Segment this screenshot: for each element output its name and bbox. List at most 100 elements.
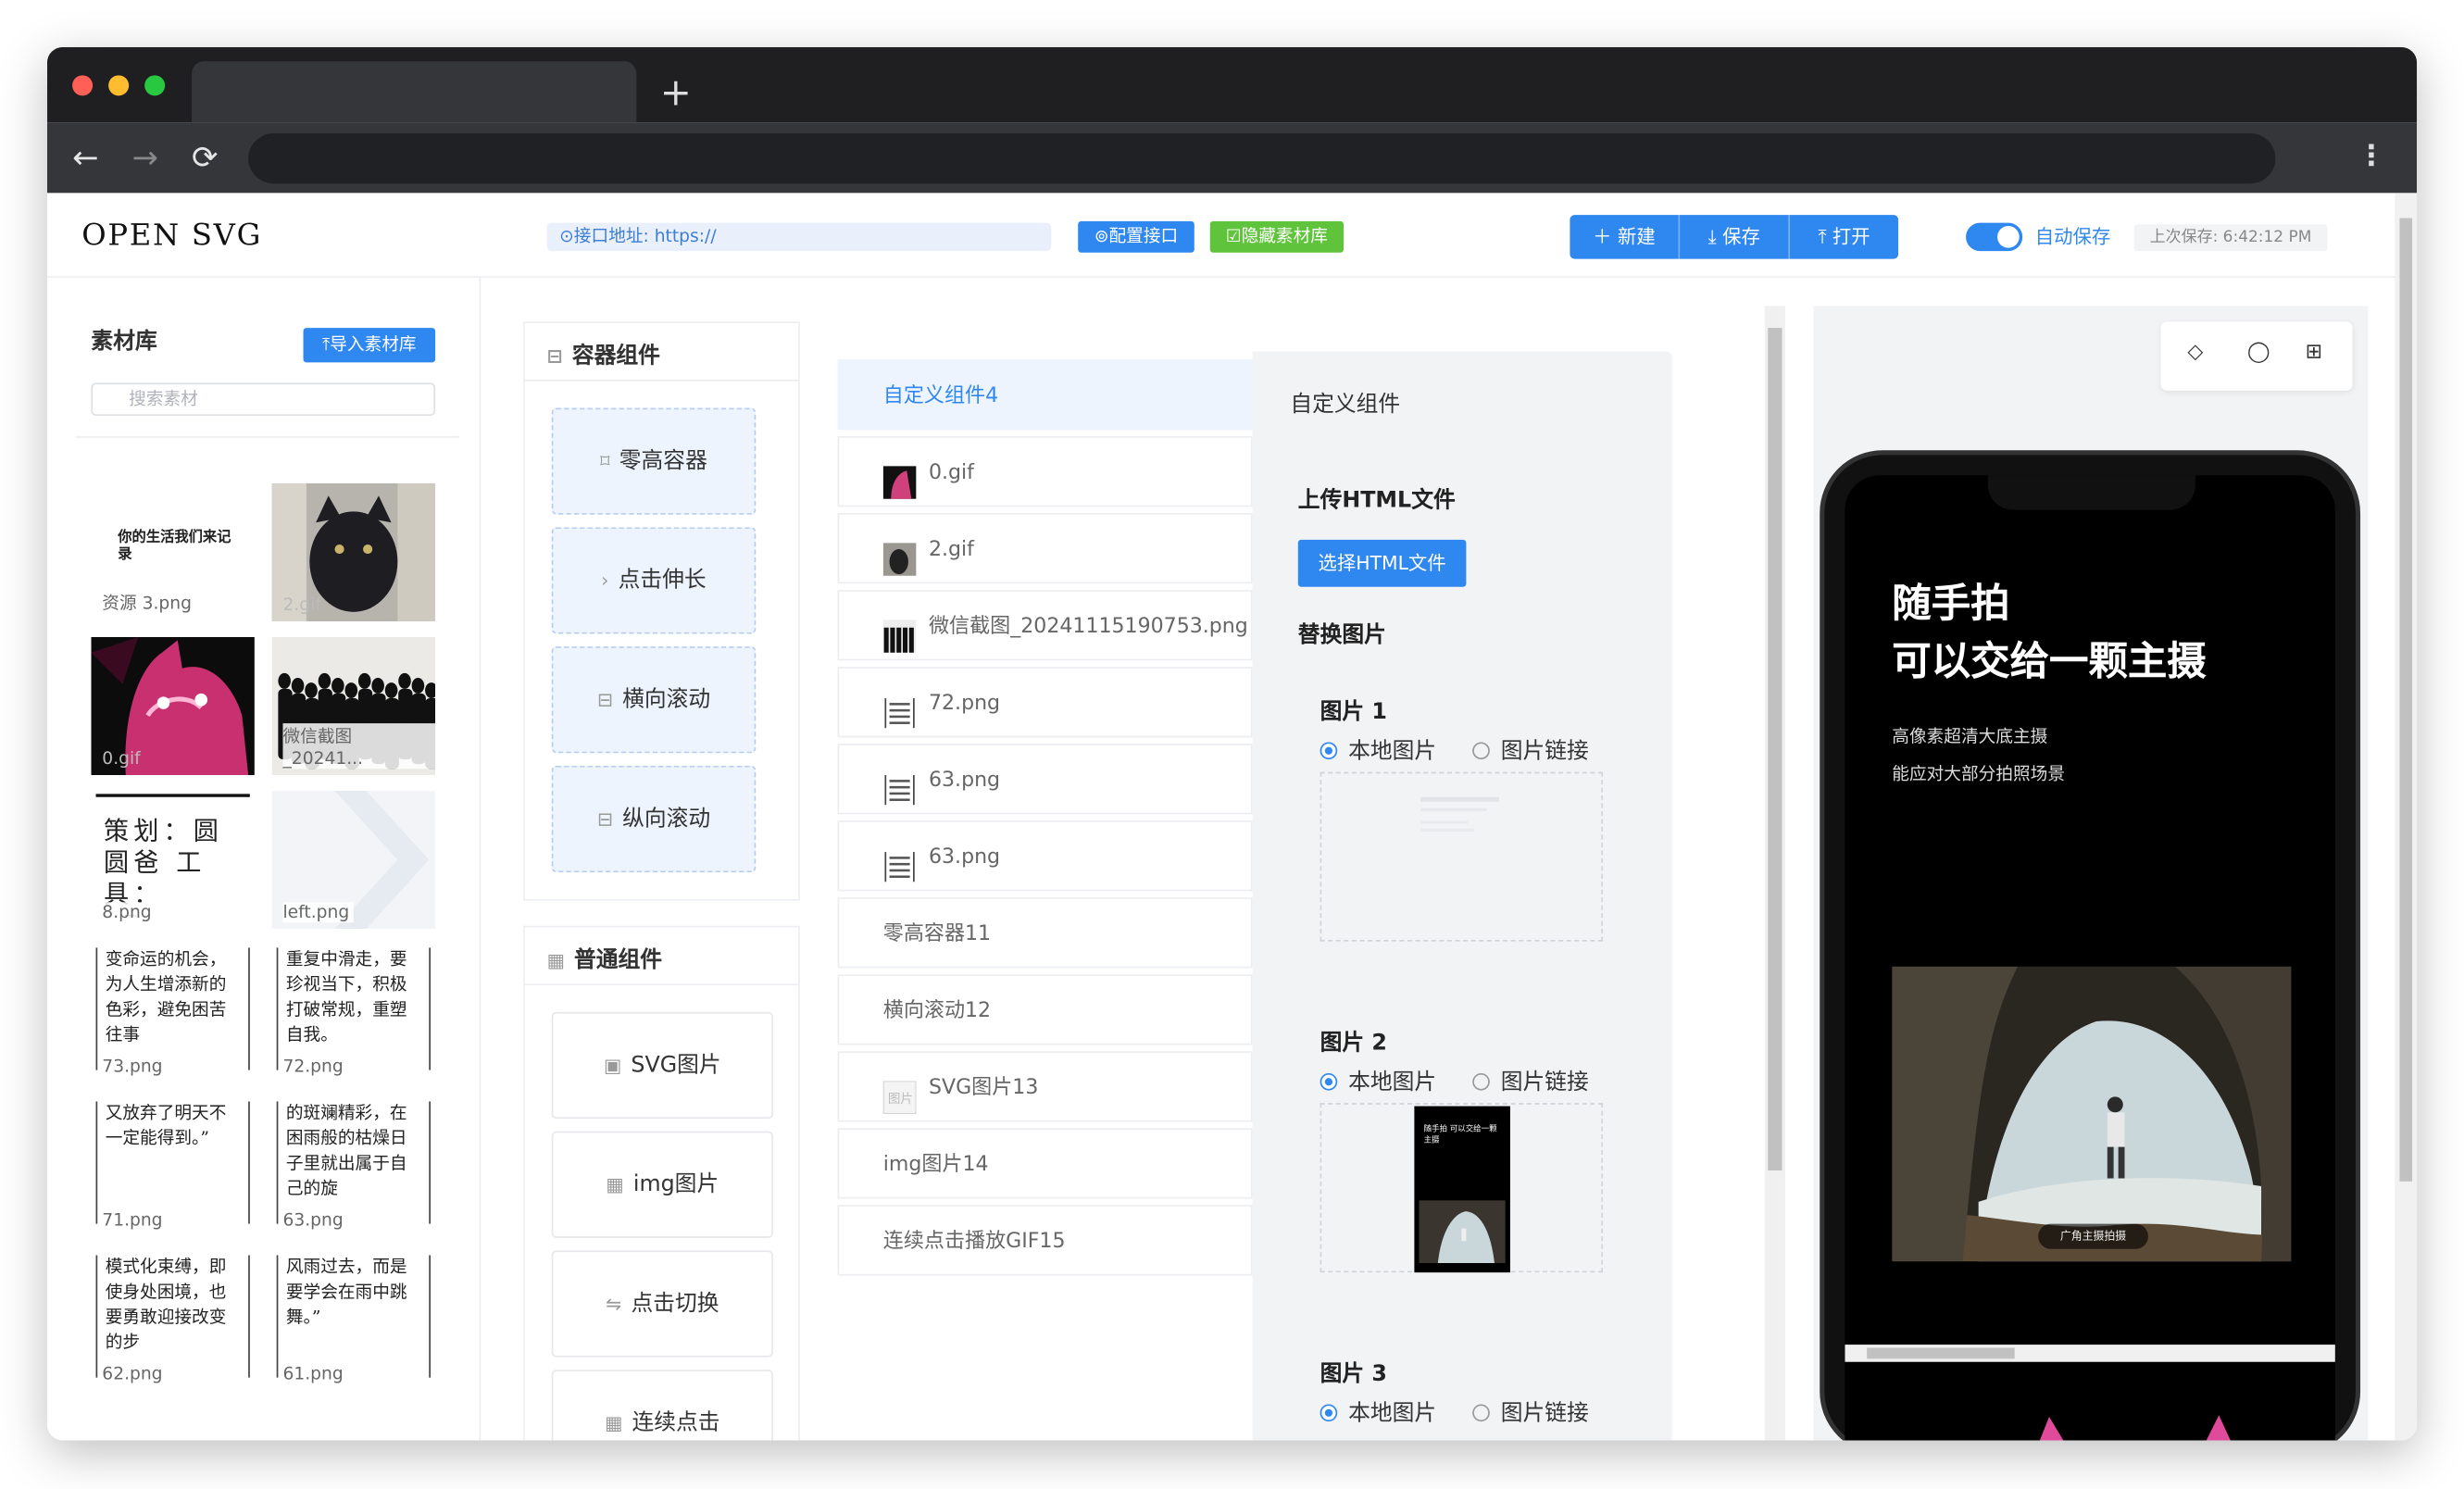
container-components-panel: ⊟ 容器组件 ⌑ 零高容器 › 点击伸长 ⊟ 横向滚动 ⊟ 纵向滚动: [523, 321, 800, 901]
container-component-button[interactable]: › 点击伸长: [551, 527, 757, 634]
thumbnail-text: 模式化束缚，即使身处困境，也要勇敢迎接改变的步: [95, 1255, 250, 1378]
layer-thumbnail: [882, 766, 917, 807]
address-bar[interactable]: [248, 133, 2276, 184]
layer-item[interactable]: 图片 SVG图片13: [837, 1051, 1253, 1122]
radio-icon: [1320, 1072, 1338, 1091]
container-component-button[interactable]: ⌑ 零高容器: [551, 407, 757, 515]
image-label: 图片 2: [1320, 1031, 1387, 1057]
library-item[interactable]: 风雨过去，而是要学会在雨中跳舞。” 61.png: [271, 1252, 436, 1391]
normal-component-button[interactable]: ▦ img图片: [551, 1131, 773, 1238]
reload-icon[interactable]: ⟳: [192, 133, 218, 181]
save-button[interactable]: ⤓ 保存: [1680, 215, 1790, 259]
component-icon: ⊟: [596, 688, 613, 711]
library-item[interactable]: 微信截图_20241...: [271, 636, 436, 776]
image-link-radio[interactable]: 图片链接: [1472, 1069, 1589, 1096]
normal-component-button[interactable]: ⇋ 点击切换: [551, 1250, 773, 1358]
new-button[interactable]: ＋ 新建: [1570, 215, 1681, 259]
browser-tab[interactable]: [192, 61, 637, 123]
maximize-window-button[interactable]: [144, 75, 166, 96]
layer-item[interactable]: 63.png: [837, 744, 1253, 815]
scrollbar-thumb[interactable]: [1768, 328, 1782, 1171]
image-drop-zone[interactable]: [1320, 771, 1604, 942]
library-item[interactable]: 模式化束缚，即使身处困境，也要勇敢迎接改变的步 62.png: [91, 1252, 255, 1391]
image-link-radio[interactable]: 图片链接: [1472, 737, 1589, 765]
image-link-radio[interactable]: 图片链接: [1472, 1399, 1589, 1427]
thumbnail-text: 重复中滑走，要珍视当下，积极打破常规，重塑自我。: [276, 947, 432, 1070]
component-icon: ›: [601, 569, 609, 592]
diamond-icon[interactable]: ◇: [2187, 341, 2203, 364]
layer-item[interactable]: 63.png: [837, 820, 1253, 892]
import-library-button[interactable]: ⤒导入素材库: [303, 328, 436, 363]
upload-html-title: 上传HTML文件: [1297, 487, 1456, 514]
library-item[interactable]: 变命运的机会，为人生增添新的色彩，避免困苦往事 73.png: [91, 945, 255, 1083]
page-scrollbar[interactable]: [2395, 193, 2418, 1441]
thumbnail-text: 的斑斓精彩，在困雨般的枯燥日子里就出属于自己的旋: [276, 1101, 432, 1224]
layer-item[interactable]: 零高容器11: [837, 897, 1253, 969]
cave-photo: 广角主摄拍摄: [1892, 966, 2292, 1262]
scrollbar-thumb[interactable]: [2399, 218, 2413, 1182]
open-button[interactable]: ⤒ 打开: [1790, 215, 1898, 258]
library-item[interactable]: 又放弃了明天不一定能得到。” 71.png: [91, 1098, 255, 1237]
editor-scrollbar[interactable]: [1764, 306, 1785, 1441]
library-item[interactable]: 2.gif: [271, 482, 436, 621]
library-item[interactable]: 的斑斓精彩，在困雨般的枯燥日子里就出属于自己的旋 63.png: [271, 1098, 436, 1237]
layer-label: 自定义组件4: [882, 384, 999, 408]
layer-label: 63.png: [928, 845, 1001, 870]
layer-item[interactable]: 自定义组件4: [837, 359, 1253, 431]
select-html-button[interactable]: 选择HTML文件: [1297, 539, 1467, 587]
photo-badge: 广角主摄拍摄: [2038, 1223, 2148, 1249]
back-icon[interactable]: ←: [72, 133, 98, 181]
preview-headline: 随手拍 可以交给一颗主摄: [1892, 580, 2207, 684]
library-item[interactable]: left.png: [271, 790, 436, 930]
library-item[interactable]: 重复中滑走，要珍视当下，积极打破常规，重塑自我。 72.png: [271, 945, 436, 1083]
config-api-button[interactable]: ⊚配置接口: [1078, 220, 1194, 253]
layer-item[interactable]: 连续点击播放GIF15: [837, 1205, 1253, 1276]
radio-label: 图片链接: [1500, 1401, 1589, 1427]
component-label: SVG图片: [631, 1052, 721, 1079]
library-item[interactable]: 你的生活我们来记录 资源 3.png: [91, 482, 255, 621]
library-item-name: 72.png: [282, 1056, 348, 1077]
component-label: 横向滚动: [622, 687, 711, 713]
container-component-button[interactable]: ⊟ 纵向滚动: [551, 765, 757, 873]
new-tab-button[interactable]: +: [660, 69, 692, 117]
thumbnail-text: 风雨过去，而是要学会在雨中跳舞。”: [276, 1255, 432, 1378]
local-image-radio[interactable]: 本地图片: [1320, 737, 1436, 765]
layer-item[interactable]: 72.png: [837, 667, 1253, 738]
local-image-radio[interactable]: 本地图片: [1320, 1069, 1436, 1096]
local-image-radio[interactable]: 本地图片: [1320, 1399, 1436, 1427]
layer-item[interactable]: 2.gif: [837, 513, 1253, 584]
api-address-field[interactable]: ⊙接口地址: https://: [546, 222, 1052, 252]
library-item-name: left.png: [282, 902, 355, 923]
normal-component-button[interactable]: ▣ SVG图片: [551, 1011, 773, 1120]
browser-menu-icon[interactable]: ⋮: [2358, 135, 2386, 179]
layer-item[interactable]: 0.gif: [837, 436, 1253, 507]
preview-horizontal-scrollbar[interactable]: [1845, 1345, 2335, 1362]
library-item[interactable]: 策划：圆圆爸 工具：eDrop8.png: [91, 790, 255, 930]
phone-notch: [1987, 475, 2195, 510]
container-component-button[interactable]: ⊟ 横向滚动: [551, 646, 757, 754]
scrollbar-thumb[interactable]: [1867, 1347, 2015, 1359]
app-page: OPEN SVG ⊙接口地址: https:// ⊚配置接口 ☑隐藏素材库 ＋ …: [46, 193, 2418, 1441]
preview-toolbar: ◇ ◯ ⊞: [2160, 321, 2353, 391]
minimize-window-button[interactable]: [108, 75, 130, 96]
layer-item[interactable]: 微信截图_20241115190753.png: [837, 590, 1253, 661]
hide-library-button[interactable]: ☑隐藏素材库: [1209, 220, 1345, 253]
layer-item[interactable]: 横向滚动12: [837, 974, 1253, 1045]
library-search-input[interactable]: 搜索素材: [91, 382, 436, 417]
library-panel: 素材库 ⤒导入素材库 搜索素材 你的生活我们来记录 资源 3.png 2.gif 0.…: [47, 277, 482, 1441]
forward-icon[interactable]: →: [132, 133, 158, 181]
pink-cat-fragment: [2039, 1415, 2231, 1441]
library-item[interactable]: 0.gif: [91, 636, 255, 776]
normal-component-button[interactable]: ▦ 连续点击: [551, 1370, 773, 1441]
layer-item[interactable]: img图片14: [837, 1128, 1253, 1199]
qrcode-icon[interactable]: ⊞: [2306, 341, 2323, 364]
image-drop-zone[interactable]: 随手拍 可以交给一颗主摄: [1320, 1103, 1604, 1273]
close-window-button[interactable]: [72, 75, 94, 96]
component-icon: ▦: [605, 1411, 623, 1434]
normal-components-panel: ▦ 普通组件 ▣ SVG图片 ▦ img图片 ⇋ 点击切换 ▦ 连续点击: [523, 925, 800, 1441]
refresh-icon[interactable]: ◯: [2247, 341, 2270, 364]
layer-label: 连续点击播放GIF15: [882, 1230, 1066, 1254]
navigation-bar: ← → ⟳ ⋮: [46, 122, 2418, 194]
auto-save-toggle[interactable]: [1966, 222, 2023, 252]
box-icon: ⊟: [546, 344, 563, 368]
